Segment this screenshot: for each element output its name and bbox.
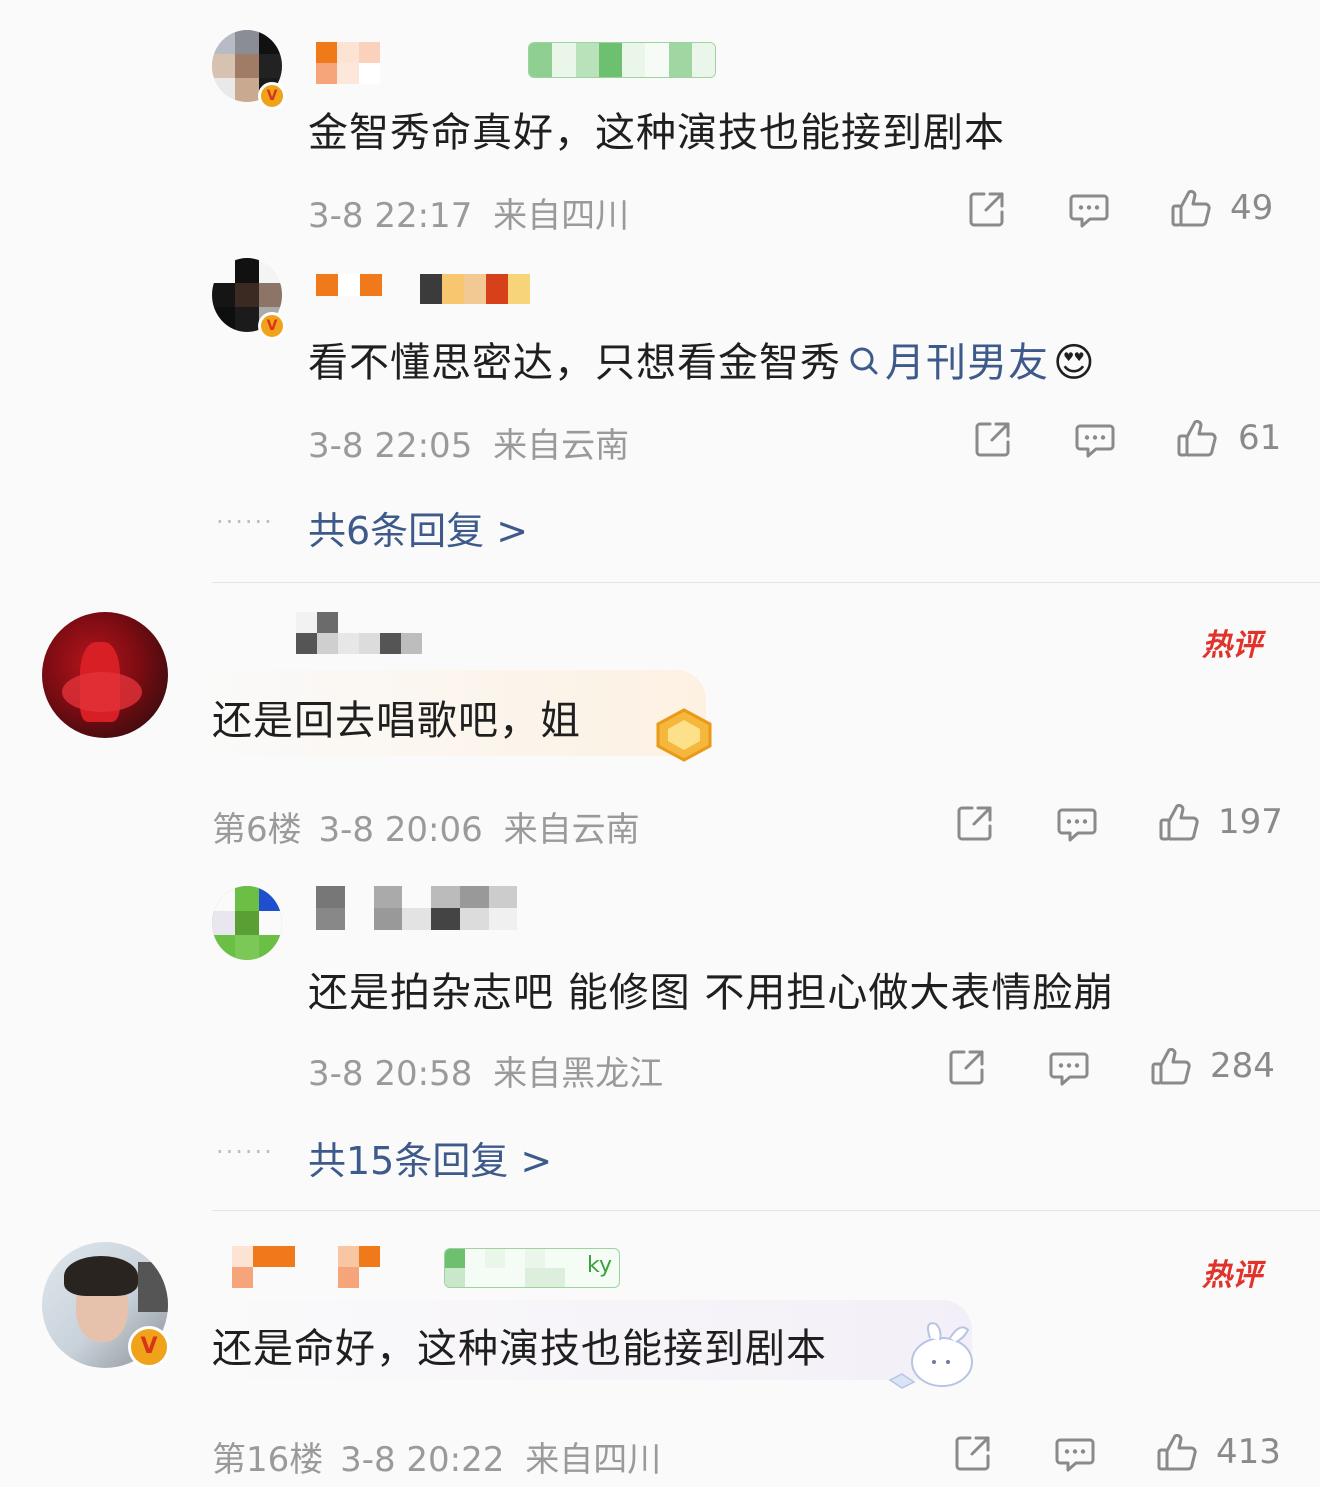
- thumbs-up-icon: [1157, 1433, 1197, 1471]
- verified-v-icon: V: [128, 1326, 170, 1368]
- comment-time: 3-8 20:22: [340, 1440, 505, 1480]
- like-button[interactable]: [1174, 416, 1220, 462]
- thread-dots: ······: [216, 1138, 274, 1166]
- avatar[interactable]: [42, 612, 168, 738]
- hot-comment-badge: 热评: [1202, 1258, 1262, 1293]
- comment-text: 还是命好，这种演技也能接到剧本: [212, 1326, 827, 1372]
- comment-location: 来自云南: [503, 810, 640, 850]
- heart-eyes-emoji-icon: 😍: [1053, 340, 1096, 386]
- comment-meta: 3-8 22:17 来自四川: [308, 188, 629, 237]
- thumbs-up-icon: [1177, 419, 1217, 457]
- share-button[interactable]: [970, 416, 1016, 462]
- hot-comment-badge: 热评: [1202, 628, 1262, 663]
- share-button[interactable]: [950, 1430, 996, 1476]
- comment-text: 金智秀命真好，这种演技也能接到剧本: [308, 110, 1005, 156]
- comment-text: 看不懂思密达，只想看金智秀 月刊男友 😍: [308, 330, 1096, 388]
- divider: [212, 1210, 1320, 1211]
- comment-button[interactable]: [1054, 800, 1100, 846]
- comment-icon: [1049, 1052, 1089, 1086]
- avatar-highlight: [62, 672, 142, 712]
- verified-v-icon: V: [258, 312, 286, 340]
- comment-icon: [1057, 808, 1097, 842]
- view-replies-link[interactable]: 共15条回复 >: [308, 1130, 552, 1185]
- avatar-hair: [64, 1256, 138, 1296]
- avatar-patch: [138, 1262, 168, 1312]
- username-redacted[interactable]: [296, 612, 422, 654]
- comment-text-body: 看不懂思密达，只想看金智秀: [308, 340, 841, 386]
- user-tag: ky: [444, 1248, 620, 1288]
- like-button[interactable]: [1148, 1044, 1194, 1090]
- floor-number: 第16楼: [212, 1440, 324, 1480]
- thread-dots: ······: [216, 508, 274, 536]
- comment-button[interactable]: [1066, 186, 1112, 232]
- comment-button[interactable]: [1046, 1044, 1092, 1090]
- comment-icon: [1075, 424, 1115, 458]
- share-button[interactable]: [964, 186, 1010, 232]
- comment-icon: [1055, 1438, 1095, 1472]
- share-icon: [955, 1436, 990, 1471]
- like-button[interactable]: [1154, 1430, 1200, 1476]
- username-redacted[interactable]: [316, 886, 546, 930]
- comment-location: 来自四川: [525, 1440, 662, 1480]
- share-button[interactable]: [952, 800, 998, 846]
- comment-location: 来自云南: [493, 426, 630, 466]
- thumbs-up-icon: [1151, 1047, 1191, 1085]
- share-icon: [975, 422, 1010, 457]
- comment-meta: 3-8 20:58 来自黑龙江: [308, 1046, 663, 1095]
- comment-button[interactable]: [1052, 1430, 1098, 1476]
- view-replies-link[interactable]: 共6条回复 >: [308, 500, 528, 555]
- like-count: 284: [1210, 1046, 1275, 1086]
- comment-meta: 第16楼 3-8 20:22 来自四川: [212, 1432, 661, 1481]
- cartoon-bunny-sticker-icon: [880, 1316, 984, 1394]
- comment-text: 还是回去唱歌吧，姐: [212, 698, 581, 744]
- floor-number: 第6楼: [212, 810, 302, 850]
- username-redacted[interactable]: [232, 1246, 380, 1288]
- share-icon: [957, 806, 992, 841]
- username-redacted[interactable]: [316, 274, 382, 296]
- comment-time: 3-8 20:06: [318, 810, 483, 850]
- comment-button[interactable]: [1072, 416, 1118, 462]
- like-count: 49: [1230, 188, 1274, 228]
- avatar[interactable]: [212, 886, 282, 960]
- comment-time: 3-8 20:58: [308, 1054, 473, 1094]
- search-icon: [847, 342, 881, 388]
- topic-link[interactable]: 月刊男友: [841, 340, 1049, 386]
- topic-label: 月刊男友: [885, 340, 1049, 386]
- comment-icon: [1069, 194, 1109, 228]
- user-tag-text: ky: [587, 1253, 612, 1278]
- user-tag-redacted: [420, 274, 530, 304]
- thumbs-up-icon: [1159, 803, 1199, 841]
- comment-location: 来自黑龙江: [493, 1054, 664, 1094]
- user-tag-redacted: [528, 42, 716, 78]
- comment-location: 来自四川: [493, 196, 630, 236]
- comment-text: 还是拍杂志吧 能修图 不用担心做大表情脸崩: [308, 970, 1115, 1016]
- divider: [212, 582, 1320, 583]
- share-icon: [969, 192, 1004, 227]
- username-redacted[interactable]: [316, 42, 380, 84]
- share-button[interactable]: [944, 1044, 990, 1090]
- like-count: 61: [1238, 418, 1282, 458]
- like-button[interactable]: [1156, 800, 1202, 846]
- comment-meta: 3-8 22:05 来自云南: [308, 418, 629, 467]
- share-icon: [949, 1050, 984, 1085]
- like-count: 413: [1216, 1432, 1281, 1472]
- thumbs-up-icon: [1171, 189, 1211, 227]
- like-count: 197: [1218, 802, 1283, 842]
- comment-time: 3-8 22:17: [308, 196, 473, 236]
- comment-time: 3-8 22:05: [308, 426, 473, 466]
- verified-v-icon: V: [258, 82, 286, 110]
- like-button[interactable]: [1168, 186, 1214, 232]
- gold-medal-icon: [652, 708, 716, 762]
- comment-meta: 第6楼 3-8 20:06 来自云南: [212, 802, 640, 851]
